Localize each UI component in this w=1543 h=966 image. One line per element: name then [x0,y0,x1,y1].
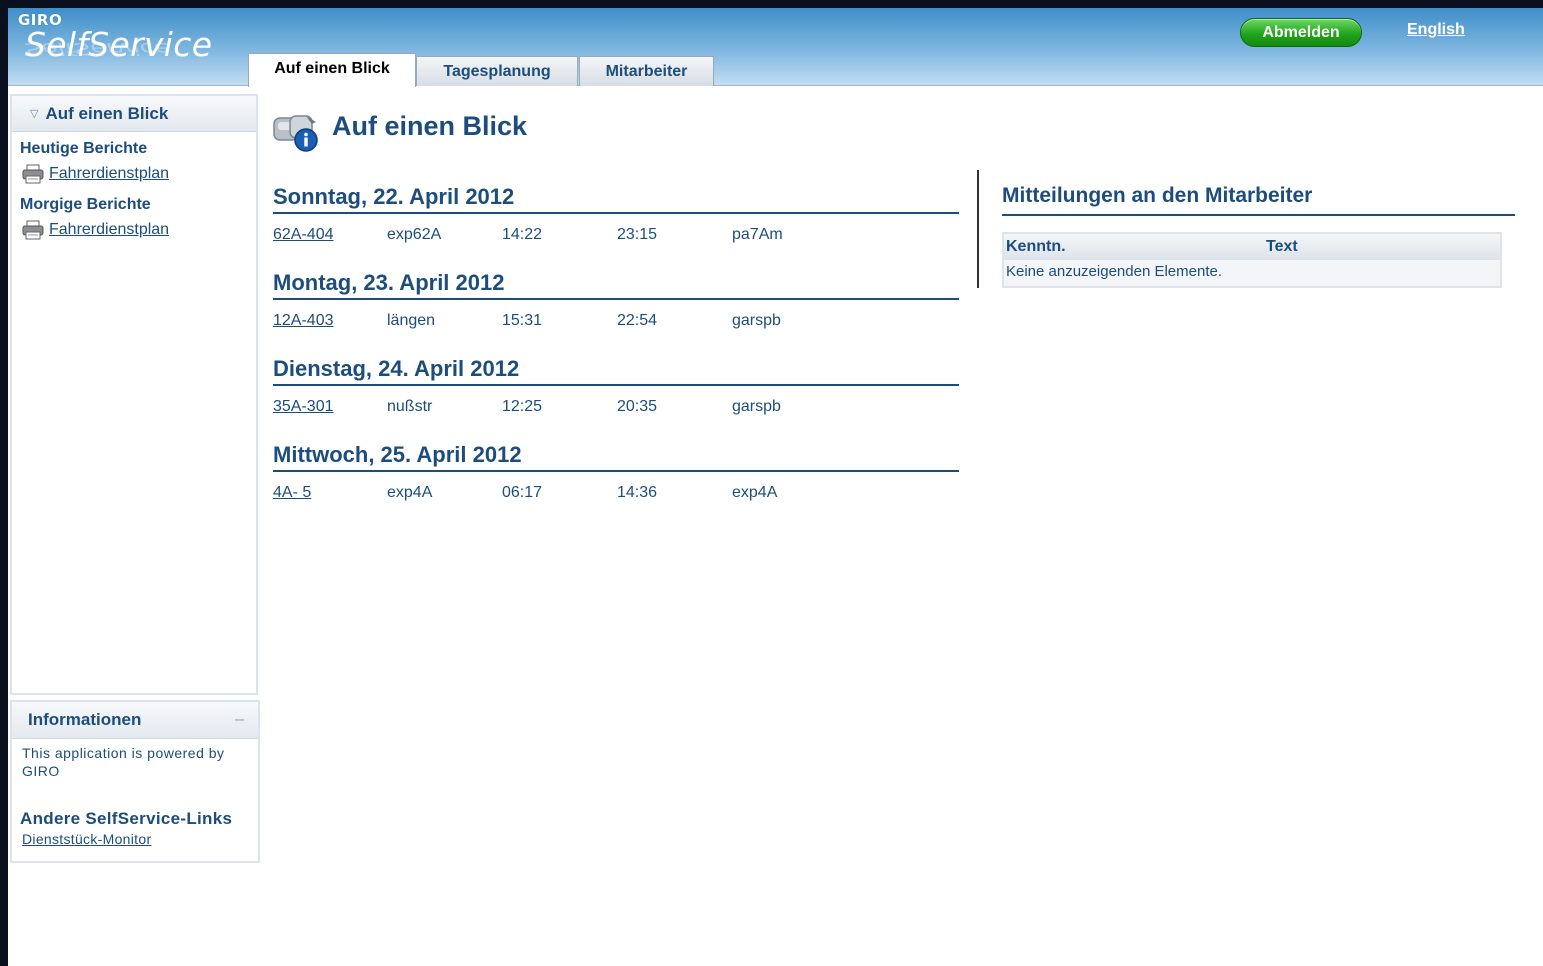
triangle-down-icon: ▽ [30,108,39,120]
messages-panel: Mitteilungen an den Mitarbeiter Kenntn. … [1002,178,1515,288]
location-cell: nußstr [387,398,433,415]
tab-mitarbeiter[interactable]: Mitarbeiter [579,56,714,86]
end-location-cell: pa7Am [732,226,783,243]
day-heading: Dienstag, 24. April 2012 [273,350,959,386]
printer-icon[interactable] [22,164,44,184]
english-language-link[interactable]: English [1407,21,1465,39]
duty-link[interactable]: 4A- 5 [273,484,387,502]
information-panel: Informationen – This application is powe… [10,700,260,863]
day-heading: Montag, 23. April 2012 [273,264,959,300]
report-row-tomorrow: Fahrerdienstplan [12,216,256,244]
schedule-row: 62A-404 exp62A 14:22 23:15 pa7Am [273,226,959,244]
location-cell: längen [387,312,436,329]
duty-link[interactable]: 62A-404 [273,226,387,244]
information-title: Informationen [28,710,142,729]
end-time-cell: 14:36 [617,484,658,501]
logout-button[interactable]: Abmelden [1240,18,1362,47]
tab-tagesplanung[interactable]: Tagesplanung [416,56,578,86]
day-block: Dienstag, 24. April 2012 35A-301 nußstr … [273,350,959,436]
end-location-cell: garspb [732,398,781,415]
end-time-cell: 20:35 [617,398,658,415]
tab-auf-einen-blick[interactable]: Auf einen Blick [248,53,416,87]
schedule-list: Sonntag, 22. April 2012 62A-404 exp62A 1… [273,178,959,522]
day-block: Sonntag, 22. April 2012 62A-404 exp62A 1… [273,178,959,264]
location-cell: exp62A [387,226,442,243]
column-header-text[interactable]: Text [1266,238,1298,256]
link-fahrerdienstplan-today[interactable]: Fahrerdienstplan [49,165,169,183]
messages-title: Mitteilungen an den Mitarbeiter [1002,178,1515,216]
end-time-cell: 23:15 [617,226,658,243]
start-time-cell: 14:22 [502,226,543,243]
printer-icon[interactable] [22,220,44,240]
section-heutige-berichte: Heutige Berichte [20,140,148,157]
sidebar-header[interactable]: ▽ Auf einen Blick [12,96,256,132]
information-header: Informationen – [12,702,258,739]
schedule-row: 4A- 5 exp4A 06:17 14:36 exp4A [273,484,959,502]
messages-empty-row: Keine anzuzeigenden Elemente. [1004,260,1500,286]
collapse-icon[interactable]: – [235,711,244,729]
location-cell: exp4A [387,484,433,501]
start-time-cell: 15:31 [502,312,543,329]
start-time-cell: 06:17 [502,484,543,501]
page-title: Auf einen Blick [332,111,528,141]
report-row-today: Fahrerdienstplan [12,160,256,188]
sidebar-navigation-panel: ▽ Auf einen Blick Heutige Berichte Fahre… [10,94,258,695]
day-heading: Sonntag, 22. April 2012 [273,178,959,214]
day-block: Montag, 23. April 2012 12A-403 längen 15… [273,264,959,350]
schedule-row: 35A-301 nußstr 12:25 20:35 garspb [273,398,959,416]
end-location-cell: garspb [732,312,781,329]
section-morgige-berichte: Morgige Berichte [20,196,151,213]
column-header-kenntn[interactable]: Kenntn. [1004,238,1266,256]
duty-link[interactable]: 12A-403 [273,312,387,330]
sidebar-title: Auf einen Blick [45,103,169,123]
other-links-title: Andere SelfService-Links [20,809,233,828]
info-icon [272,112,324,154]
day-heading: Mittwoch, 25. April 2012 [273,436,959,472]
link-fahrerdienstplan-tomorrow[interactable]: Fahrerdienstplan [49,221,169,239]
link-dienststueck-monitor[interactable]: Dienststück-Monitor [12,831,151,847]
schedule-row: 12A-403 längen 15:31 22:54 garspb [273,312,959,330]
duty-link[interactable]: 35A-301 [273,398,387,416]
column-divider [977,170,979,288]
messages-table-header: Kenntn. Text [1004,234,1500,260]
header-bar: GIRO SelfService SelfService Abmelden En… [8,8,1543,86]
logo-reflection: SelfService [25,38,170,59]
powered-by-text: This application is powered by GIRO [22,745,225,779]
day-block: Mittwoch, 25. April 2012 4A- 5 exp4A 06:… [273,436,959,522]
start-time-cell: 12:25 [502,398,543,415]
end-time-cell: 22:54 [617,312,658,329]
messages-table: Kenntn. Text Keine anzuzeigenden Element… [1002,232,1502,288]
app-window: GIRO SelfService SelfService Abmelden En… [8,8,1543,966]
end-location-cell: exp4A [732,484,778,501]
